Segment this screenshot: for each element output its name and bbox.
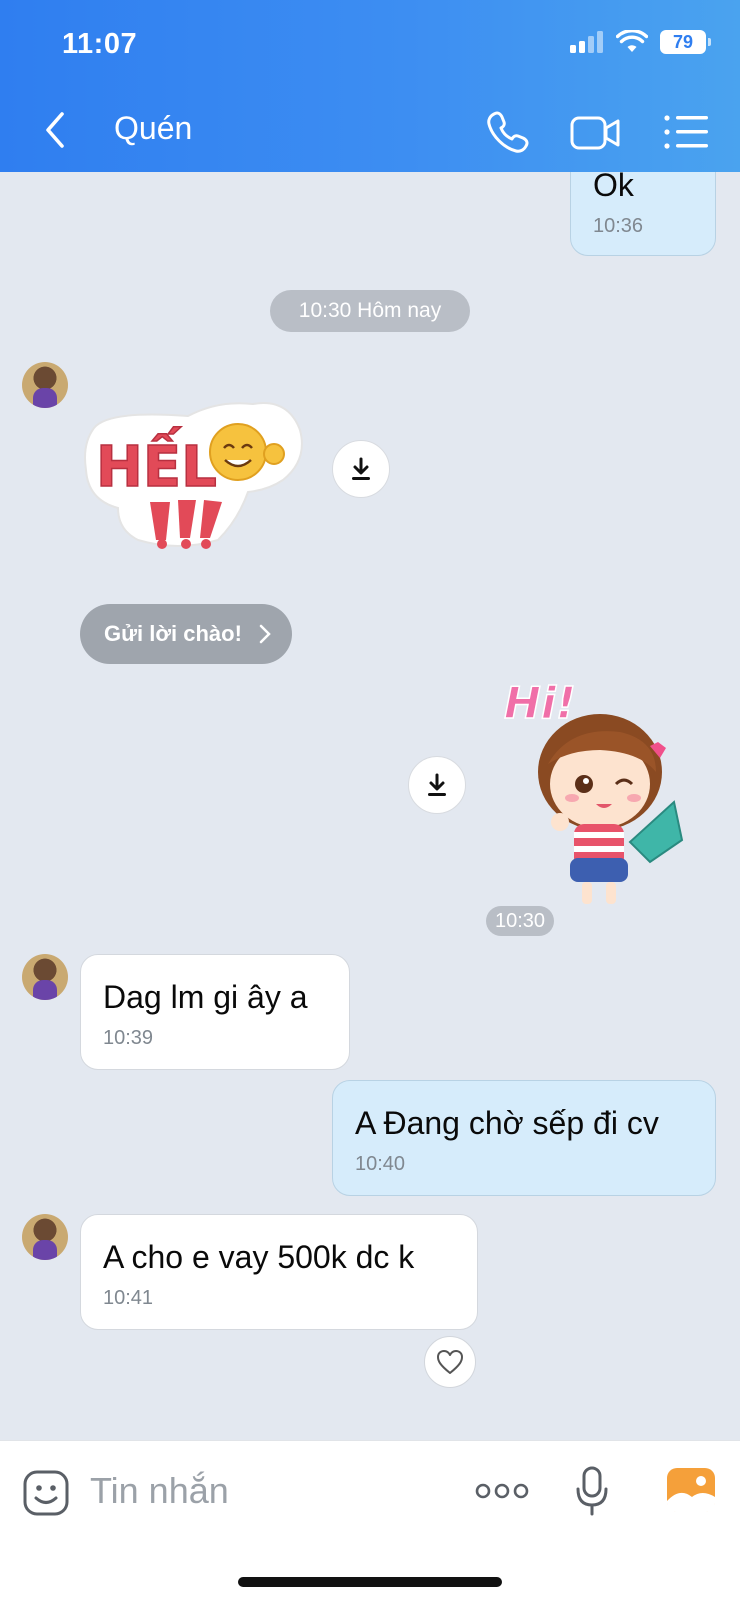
cellular-signal-icon bbox=[570, 31, 603, 53]
download-icon bbox=[428, 773, 446, 796]
message-list[interactable]: Ok 10:36 10:30 Hôm nay HẾL Gửi lời chào! bbox=[0, 172, 740, 1440]
message-text: Ok bbox=[593, 172, 634, 203]
message-time-pill: 10:30 bbox=[486, 906, 554, 936]
outgoing-message[interactable]: A Đang chờ sếp đi cv 10:40 bbox=[332, 1080, 716, 1196]
heart-icon bbox=[437, 1350, 463, 1374]
date-separator: 10:30 Hôm nay bbox=[270, 290, 470, 332]
contact-avatar[interactable] bbox=[22, 1214, 68, 1260]
message-text: A cho e vay 500k dc k bbox=[103, 1239, 415, 1275]
contact-name[interactable]: Quén bbox=[114, 110, 192, 147]
download-sticker-button[interactable] bbox=[332, 440, 390, 498]
message-input[interactable] bbox=[90, 1463, 440, 1519]
message-time: 10:41 bbox=[103, 1287, 154, 1309]
message-text: Dag lm gi ây a bbox=[103, 979, 308, 1015]
message-composer bbox=[0, 1440, 740, 1600]
chevron-right-icon bbox=[259, 624, 271, 644]
wifi-icon bbox=[616, 30, 648, 52]
message-text: A Đang chờ sếp đi cv bbox=[355, 1105, 659, 1141]
hello-sticker[interactable]: HẾL bbox=[78, 390, 310, 554]
chat-header: 11:07 79 Quén bbox=[0, 0, 740, 172]
menu-list-button[interactable] bbox=[662, 108, 710, 156]
message-time: 10:36 bbox=[593, 215, 644, 237]
incoming-message[interactable]: Dag lm gi ây a 10:39 bbox=[80, 954, 350, 1070]
message-time: 10:40 bbox=[355, 1153, 406, 1175]
status-time: 11:07 bbox=[62, 28, 138, 60]
message-time: 10:39 bbox=[103, 1027, 154, 1049]
contact-avatar[interactable] bbox=[22, 954, 68, 1000]
emoji-sticker-button[interactable] bbox=[22, 1469, 70, 1517]
video-call-button[interactable] bbox=[570, 108, 622, 156]
outgoing-message[interactable]: Ok 10:36 bbox=[570, 172, 716, 256]
sticker-text: HẾL bbox=[96, 427, 217, 500]
react-heart-button[interactable] bbox=[424, 1336, 476, 1388]
download-sticker-button[interactable] bbox=[408, 756, 466, 814]
send-greeting-label: Gửi lời chào! bbox=[104, 621, 242, 646]
contact-avatar[interactable] bbox=[22, 362, 68, 408]
phone-call-button[interactable] bbox=[484, 108, 532, 156]
hi-girl-sticker[interactable]: Hi! bbox=[500, 672, 690, 908]
incoming-message[interactable]: A cho e vay 500k dc k 10:41 bbox=[80, 1214, 478, 1330]
microphone-button[interactable] bbox=[574, 1465, 610, 1517]
sticker-text: Hi! bbox=[504, 678, 576, 729]
back-button[interactable] bbox=[38, 108, 74, 152]
more-options-icon[interactable] bbox=[474, 1477, 530, 1505]
battery-indicator: 79 bbox=[660, 30, 711, 54]
send-greeting-button[interactable]: Gửi lời chào! bbox=[80, 604, 292, 664]
home-indicator bbox=[238, 1577, 502, 1587]
download-icon bbox=[352, 457, 370, 480]
gallery-image-button[interactable] bbox=[666, 1467, 716, 1513]
status-icons: 79 bbox=[570, 30, 711, 54]
